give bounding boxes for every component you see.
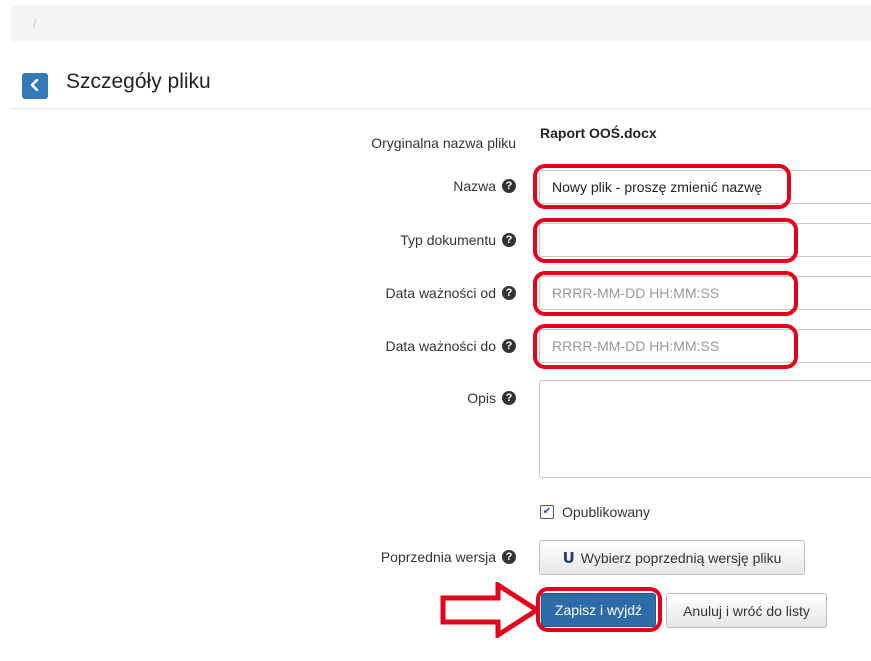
original-name-label: Oryginalna nazwa pliku: [371, 135, 516, 151]
breadcrumb: /: [11, 6, 871, 40]
name-input[interactable]: [539, 170, 871, 204]
page-title: Szczegóły pliku: [66, 70, 211, 93]
description-label: Opis ?: [467, 390, 516, 406]
question-circle-icon[interactable]: ?: [502, 391, 516, 405]
previous-version-label: Poprzednia wersja ?: [381, 549, 516, 565]
published-checkbox-row[interactable]: ✔ Opublikowany: [540, 504, 650, 520]
published-checkbox[interactable]: ✔: [540, 505, 554, 519]
select-previous-version-button[interactable]: U Wybierz poprzednią wersję pliku: [539, 540, 805, 575]
valid-to-label: Data ważności do ?: [385, 338, 516, 354]
question-circle-icon[interactable]: ?: [502, 179, 516, 193]
valid-to-input[interactable]: [539, 329, 871, 363]
breadcrumb-separator: /: [33, 16, 37, 31]
name-label: Nazwa ?: [453, 178, 516, 194]
cancel-and-back-button[interactable]: Anuluj i wróć do listy: [666, 593, 827, 628]
question-circle-icon[interactable]: ?: [502, 233, 516, 247]
chevron-left-icon: [30, 78, 40, 94]
question-circle-icon[interactable]: ?: [502, 550, 516, 564]
magnet-icon: U: [562, 548, 575, 567]
title-divider: [11, 108, 871, 109]
original-name-value: Raport OOŚ.docx: [540, 125, 657, 141]
back-button[interactable]: [22, 73, 48, 99]
doc-type-label: Typ dokumentu ?: [400, 232, 516, 248]
question-circle-icon[interactable]: ?: [502, 339, 516, 353]
description-textarea[interactable]: [539, 380, 871, 478]
question-circle-icon[interactable]: ?: [502, 286, 516, 300]
published-label: Opublikowany: [562, 504, 650, 520]
save-and-exit-button[interactable]: Zapisz i wyjdź: [541, 593, 656, 627]
valid-from-label: Data ważności od ?: [385, 285, 516, 301]
annotation-arrow-icon: [440, 582, 540, 638]
valid-from-input[interactable]: [539, 276, 871, 310]
doc-type-input[interactable]: [539, 223, 871, 257]
